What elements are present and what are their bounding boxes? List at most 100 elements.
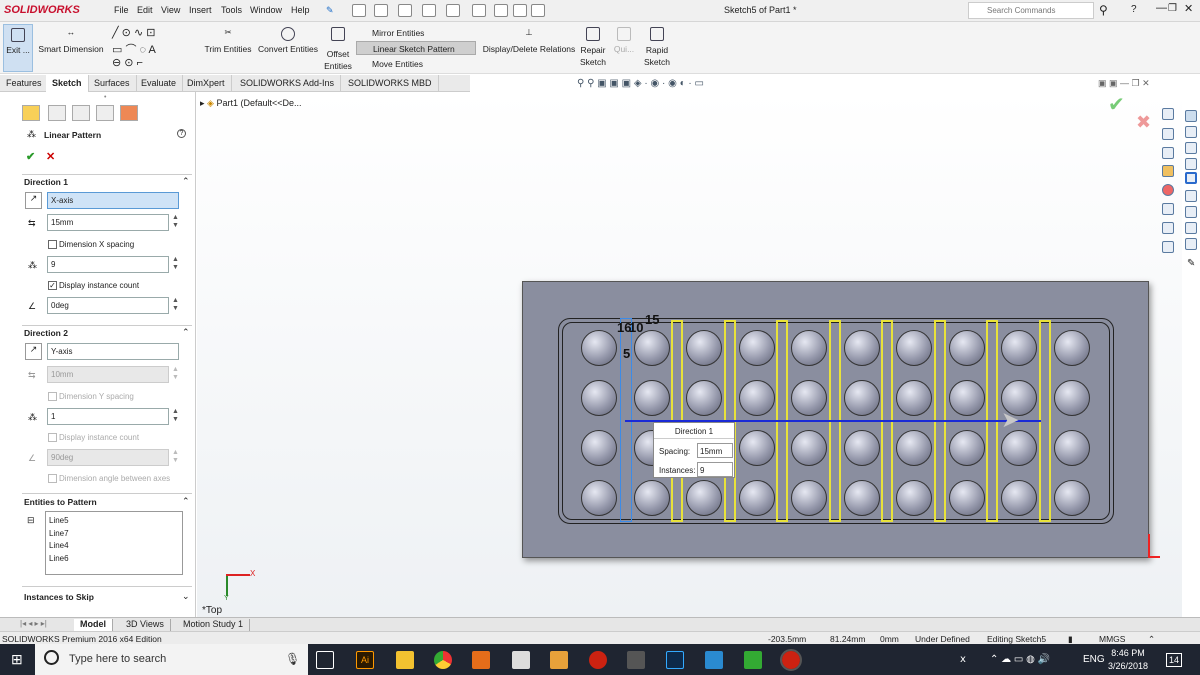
language-indicator[interactable]: ENG bbox=[1083, 654, 1105, 665]
entities-header[interactable]: Entities to Pattern bbox=[24, 497, 97, 507]
entities-list[interactable]: Line5 Line7 Line4 Line6 bbox=[45, 511, 183, 575]
custom-properties-icon[interactable] bbox=[1162, 203, 1174, 215]
file-explorer-icon[interactable] bbox=[396, 651, 414, 669]
windows-start-icon[interactable]: ⊞ bbox=[11, 651, 23, 668]
mirror-entities-button[interactable]: Mirror Entities bbox=[356, 26, 476, 40]
file-properties-icon[interactable] bbox=[513, 4, 527, 17]
rectangle-icon[interactable]: ▭ ⌒ ◌ A bbox=[112, 41, 156, 57]
convert-entities-button[interactable]: Convert Entities bbox=[256, 24, 320, 72]
tab-features[interactable]: Features bbox=[0, 75, 49, 92]
resources-icon[interactable] bbox=[1162, 128, 1174, 140]
spinner-icon[interactable]: ▲ ▼ bbox=[171, 408, 180, 425]
list-item[interactable]: Line6 bbox=[49, 553, 179, 566]
file-explorer-icon[interactable] bbox=[1162, 165, 1174, 177]
view-left-icon[interactable] bbox=[1185, 158, 1197, 170]
reverse-direction-icon[interactable]: ↗ bbox=[25, 343, 42, 360]
smart-dimension-button[interactable]: ↔ Smart Dimension bbox=[36, 24, 106, 72]
slot-icon[interactable]: ⊖ ⊙ ⌐ bbox=[112, 56, 143, 69]
tab-motion-study[interactable]: Motion Study 1 bbox=[177, 619, 251, 631]
list-item[interactable]: Line4 bbox=[49, 540, 179, 553]
view-bottom-icon[interactable] bbox=[1185, 190, 1197, 202]
line-icon[interactable]: ╱ ⊙ ∿ ⊡ bbox=[112, 26, 155, 39]
list-item[interactable]: Line7 bbox=[49, 528, 179, 541]
direction2-axis-field[interactable]: Y-axis bbox=[47, 343, 179, 360]
offset-entities-button[interactable]: Offset Entities bbox=[322, 24, 354, 72]
expand-arrow-icon[interactable]: ▸ bbox=[200, 98, 207, 108]
feature-tree-flyout[interactable]: ▸ ◈ Part1 (Default<<De... bbox=[200, 98, 302, 109]
view-trimetric-icon[interactable] bbox=[1185, 238, 1197, 250]
select-icon[interactable] bbox=[472, 4, 486, 17]
direction2-count-field[interactable]: 1 bbox=[47, 408, 169, 425]
part-node[interactable]: Part1 (Default<<De... bbox=[216, 98, 301, 108]
microphone-icon[interactable]: 🎙 bbox=[285, 652, 300, 666]
home-icon[interactable] bbox=[1162, 108, 1174, 120]
view-palette-icon[interactable] bbox=[1162, 241, 1174, 253]
heads-up-view-toolbar[interactable]: ⚲ ⚲ ▣ ▣ ▣ ◈ · ◉ · ◉ ◐ · ▭ bbox=[577, 78, 704, 89]
dimxpert-manager-tab-icon[interactable] bbox=[96, 105, 114, 121]
minimize-icon[interactable]: — bbox=[1156, 2, 1167, 14]
view-top-icon[interactable] bbox=[1185, 172, 1197, 184]
direction1-count-field[interactable]: 9 bbox=[47, 256, 169, 273]
trim-entities-button[interactable]: ✂ Trim Entities bbox=[202, 24, 254, 72]
app-e-icon[interactable] bbox=[472, 651, 490, 669]
new-document-icon[interactable] bbox=[352, 4, 366, 17]
help-icon[interactable]: ? bbox=[177, 129, 186, 138]
chrome-icon[interactable] bbox=[434, 651, 452, 669]
taskbar-search[interactable]: Type here to search bbox=[35, 644, 308, 675]
collapse-chevron-icon[interactable]: ⌃ bbox=[182, 176, 190, 187]
tab-scroll-arrows[interactable]: |◂ ◂ ▸ ▸| bbox=[20, 619, 47, 628]
app-f-icon[interactable] bbox=[550, 651, 568, 669]
collapse-chevron-icon[interactable]: ⌃ bbox=[182, 496, 190, 507]
display-manager-tab-icon[interactable] bbox=[120, 105, 138, 121]
app-icon[interactable] bbox=[705, 651, 723, 669]
task-view-icon[interactable] bbox=[316, 651, 334, 669]
solidworks-2016-icon[interactable] bbox=[589, 651, 607, 669]
dimension-label[interactable]: 10 bbox=[629, 320, 643, 335]
direction2-header[interactable]: Direction 2 bbox=[24, 328, 68, 338]
direction1-spacing-field[interactable]: 15mm bbox=[47, 214, 169, 231]
display-delete-relations-button[interactable]: ⊥ Display/Delete Relations bbox=[481, 24, 577, 72]
collapse-chevron-icon[interactable]: ⌃ bbox=[182, 327, 190, 338]
notification-badge[interactable]: 14 bbox=[1166, 653, 1183, 667]
direction1-angle-field[interactable]: 0deg bbox=[47, 297, 169, 314]
direction-callout[interactable]: Direction 1 Spacing: 15mm Instances: 9 bbox=[653, 422, 735, 478]
save-icon[interactable] bbox=[398, 4, 412, 17]
pin-icon[interactable]: ✎ bbox=[326, 5, 334, 16]
spinner-icon[interactable]: ▲ ▼ bbox=[171, 214, 180, 231]
close-icon[interactable]: ✕ bbox=[1184, 2, 1193, 15]
view-iso-icon[interactable] bbox=[1185, 206, 1197, 218]
property-manager-tab-icon[interactable] bbox=[48, 105, 66, 121]
feature-manager-tab-icon[interactable] bbox=[22, 105, 40, 121]
panel-grip[interactable]: • bbox=[104, 94, 106, 101]
tab-sketch[interactable]: Sketch bbox=[46, 75, 89, 92]
app-icon[interactable] bbox=[627, 651, 645, 669]
solidworks-logo[interactable]: SOLIDWORKS bbox=[4, 4, 80, 16]
move-entities-button[interactable]: Move Entities bbox=[356, 57, 476, 71]
display-instance-count-checkbox[interactable]: ✓ bbox=[48, 281, 57, 290]
direction-arrowhead-icon[interactable]: ➤ bbox=[1001, 407, 1019, 433]
exit-sketch-button[interactable]: Exit ... bbox=[3, 24, 33, 72]
menu-tools[interactable]: Tools bbox=[221, 5, 242, 15]
tray-icons[interactable]: ⌃ ☁ ▭ ◍ 🔊 bbox=[990, 654, 1050, 665]
tab-mbd[interactable]: SOLIDWORKS MBD bbox=[342, 75, 439, 92]
tab-model[interactable]: Model bbox=[74, 619, 113, 631]
design-library-icon[interactable] bbox=[1162, 147, 1174, 159]
tab-3d-views[interactable]: 3D Views bbox=[120, 619, 171, 631]
illustrator-icon[interactable]: Ai bbox=[356, 651, 374, 669]
app-icon[interactable] bbox=[512, 651, 530, 669]
tab-addins[interactable]: SOLIDWORKS Add-Ins bbox=[234, 75, 342, 92]
unit-system[interactable]: MMGS bbox=[1099, 634, 1125, 644]
tab-surfaces[interactable]: Surfaces bbox=[88, 75, 137, 92]
menu-help[interactable]: Help bbox=[291, 5, 310, 15]
options-gear-icon[interactable] bbox=[531, 4, 545, 17]
view-back-icon[interactable] bbox=[1185, 142, 1197, 154]
rebuild-icon[interactable] bbox=[494, 4, 508, 17]
search-input[interactable]: Search Commands bbox=[968, 2, 1094, 19]
repair-sketch-button[interactable]: Repair Sketch bbox=[578, 24, 608, 72]
window-controls[interactable]: ▣ ▣ — ❐ ✕ bbox=[1098, 78, 1150, 89]
undo-icon[interactable] bbox=[446, 4, 460, 17]
open-icon[interactable] bbox=[374, 4, 388, 17]
expand-chevron-icon[interactable]: ⌄ bbox=[182, 591, 190, 602]
menu-edit[interactable]: Edit bbox=[137, 5, 153, 15]
callout-instances-field[interactable]: 9 bbox=[697, 462, 733, 477]
